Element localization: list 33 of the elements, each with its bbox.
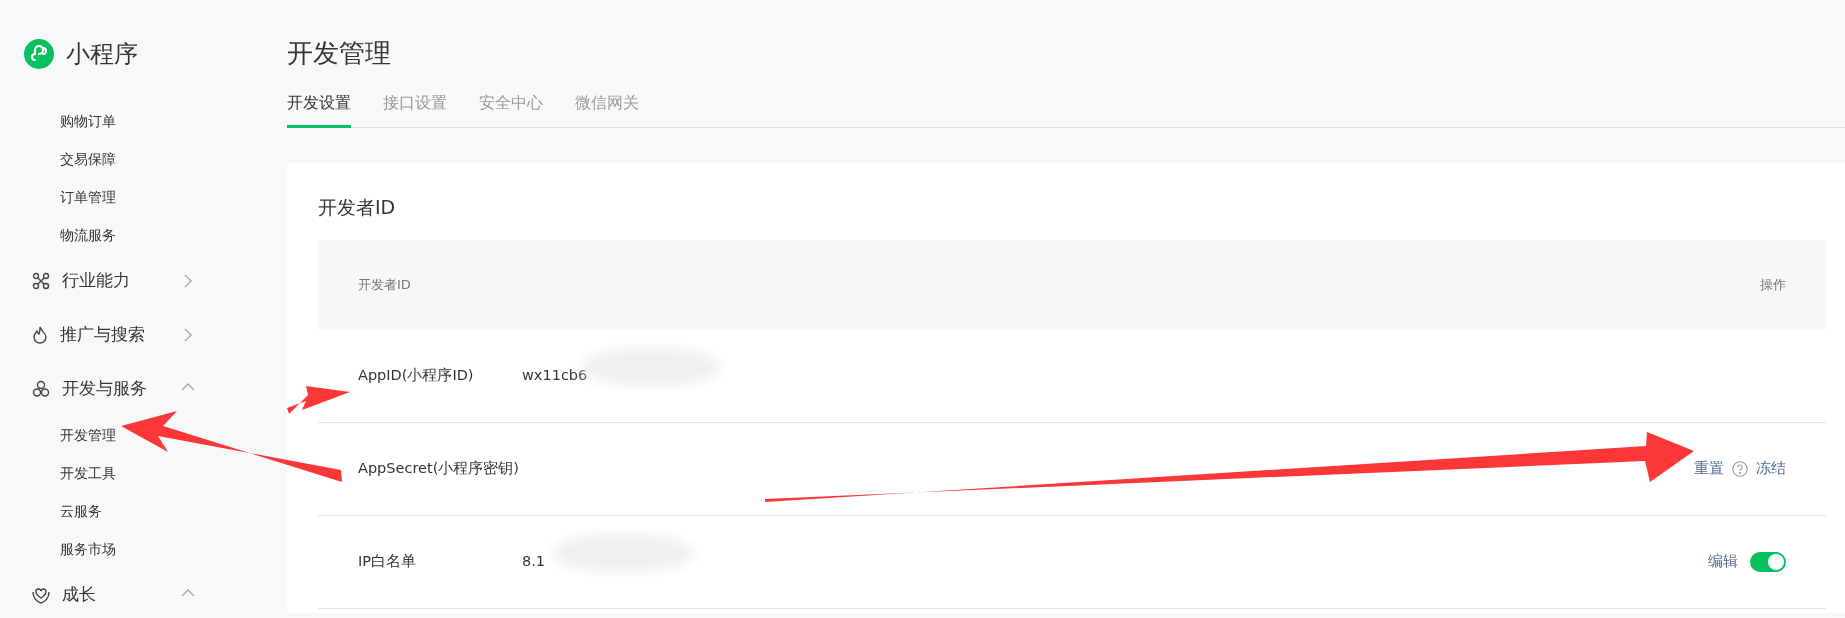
column-header: 操作 <box>1760 275 1786 294</box>
action-link[interactable]: 重置 <box>1694 457 1724 480</box>
sidebar-item[interactable]: 服务市场 <box>0 530 286 568</box>
sidebar-group[interactable]: 推广与搜索 <box>0 308 286 362</box>
sidebar-item[interactable]: 开发管理 <box>0 416 286 454</box>
sidebar-item[interactable]: 订单管理 <box>0 178 286 216</box>
circles-icon <box>32 380 50 398</box>
help-icon[interactable] <box>1732 460 1748 477</box>
row-value: wx11cb6 <box>522 366 588 383</box>
column-header: 开发者ID <box>358 275 411 294</box>
nodes-icon <box>32 272 50 290</box>
action-link[interactable]: 编辑 <box>1708 550 1738 573</box>
app-name: 小程序 <box>66 39 138 70</box>
card-title: 开发者ID <box>318 195 397 221</box>
sidebar-group[interactable]: 开发与服务 <box>0 362 286 416</box>
sidebar-group[interactable]: 成长 <box>0 568 286 618</box>
sidebar-item[interactable]: 物流服务 <box>0 216 286 254</box>
sidebar-item[interactable]: 云服务 <box>0 492 286 530</box>
row-value: 8.1 <box>522 552 546 569</box>
tab[interactable]: 开发设置 <box>287 91 351 129</box>
action-link[interactable]: 冻结 <box>1756 457 1786 480</box>
sidebar-item[interactable]: 开发工具 <box>0 454 286 492</box>
row-label: IP白名单 <box>358 551 418 571</box>
toggle-switch[interactable] <box>1750 551 1786 572</box>
flame-icon <box>32 326 48 344</box>
page-title: 开发管理 <box>287 38 392 70</box>
logo-icon <box>24 39 54 69</box>
sidebar-item[interactable]: 交易保障 <box>0 140 286 178</box>
hands-heart-icon <box>32 586 50 604</box>
row-label: AppID(小程序ID) <box>358 365 475 385</box>
sidebar-item[interactable]: 购物订单 <box>0 102 286 140</box>
row-label: AppSecret(小程序密钥) <box>358 458 520 478</box>
sidebar-group[interactable]: 行业能力 <box>0 254 286 308</box>
